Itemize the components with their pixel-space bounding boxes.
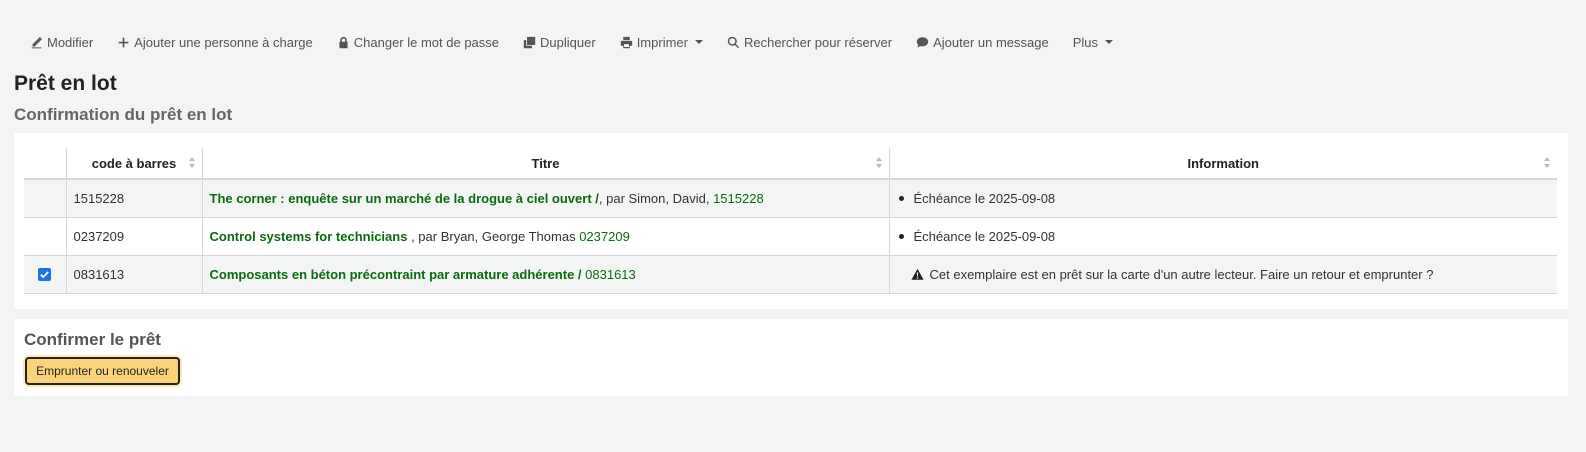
select-column-header [24, 148, 66, 180]
checkout-renew-button[interactable]: Emprunter ou renouveler [25, 357, 180, 385]
plus-icon [118, 37, 129, 47]
add-message-label: Ajouter un message [933, 34, 1049, 50]
title-header-label: Titre [531, 155, 560, 171]
item-barcode-link[interactable]: 0237209 [579, 229, 630, 244]
add-message-button[interactable]: Ajouter un message [904, 30, 1061, 54]
barcode-header-label: code à barres [91, 155, 177, 171]
chevron-down-icon [694, 40, 703, 44]
bullet-icon [898, 233, 904, 239]
table-row: 0831613 Composants en béton précontraint… [24, 255, 1557, 294]
sort-icon [875, 157, 883, 168]
table-row: 0237209 Control systems for technicians … [24, 217, 1557, 256]
comment-icon [916, 36, 929, 47]
barcode-cell: 0237209 [65, 217, 202, 256]
print-label: Imprimer [636, 34, 688, 50]
record-title-link[interactable]: The corner : enquête sur un marché de la… [210, 191, 599, 206]
sort-icon [188, 157, 196, 168]
more-label: Plus [1072, 34, 1099, 50]
select-cell [24, 179, 66, 218]
add-guarantee-label: Ajouter une personne à charge [134, 34, 313, 50]
copy-icon [523, 36, 536, 48]
search-icon [727, 36, 740, 48]
select-cell [24, 255, 66, 294]
duplicate-label: Dupliquer [540, 34, 596, 50]
confirm-checkbox[interactable] [38, 267, 52, 281]
search-to-hold-button[interactable]: Rechercher pour réserver [715, 30, 904, 54]
sort-icon [1544, 157, 1551, 168]
duplicate-button[interactable]: Dupliquer [511, 30, 608, 54]
record-title-link[interactable]: Control systems for technicians [210, 229, 408, 244]
confirm-heading: Confirmer le prêt [24, 330, 161, 349]
barcode-cell: 0831613 [65, 255, 202, 294]
record-title-link[interactable]: Composants en béton précontraint par arm… [210, 267, 582, 282]
warning-icon [910, 268, 924, 280]
checkout-table: code à barres Titre Information 1515228 … [24, 148, 1557, 294]
information-cell: Échéance le 2025-09-08 [888, 179, 1557, 218]
barcode-cell: 1515228 [65, 179, 202, 218]
warning-text: Cet exemplaire est en prêt sur la carte … [929, 266, 1434, 282]
more-dropdown[interactable]: Plus [1061, 30, 1125, 54]
edit-label: Modifier [47, 34, 94, 50]
title-cell: Composants en béton précontraint par arm… [201, 255, 889, 294]
print-icon [620, 36, 632, 48]
barcode-column-header[interactable]: code à barres [65, 148, 202, 180]
add-guarantee-button[interactable]: Ajouter une personne à charge [105, 30, 325, 54]
information-cell: Cet exemplaire est en prêt sur la carte … [888, 255, 1557, 294]
confirm-panel: Confirmer le prêt Emprunter ou renouvele… [14, 319, 1568, 396]
page-title: Prêt en lot [14, 72, 117, 95]
item-barcode-link[interactable]: 0831613 [585, 267, 636, 282]
search-to-hold-label: Rechercher pour réserver [743, 34, 893, 50]
record-author: , par Bryan, George Thomas [407, 228, 576, 244]
information-header-label: Information [1187, 155, 1260, 171]
change-password-label: Changer le mot de passe [353, 34, 500, 50]
lock-icon [339, 36, 348, 48]
item-barcode-link[interactable]: 1515228 [713, 191, 764, 206]
change-password-button[interactable]: Changer le mot de passe [325, 30, 511, 54]
due-date-text: Échéance le 2025-09-08 [913, 228, 1056, 244]
bullet-icon [898, 195, 904, 201]
pencil-icon [31, 36, 42, 48]
edit-button[interactable]: Modifier [18, 30, 105, 54]
select-cell [24, 217, 66, 256]
section-title: Confirmation du prêt en lot [14, 105, 233, 124]
patron-toolbar: Modifier Ajouter une personne à charge C… [18, 30, 1125, 54]
information-column-header[interactable]: Information [888, 148, 1557, 180]
title-cell: The corner : enquête sur un marché de la… [201, 179, 889, 218]
print-dropdown[interactable]: Imprimer [608, 30, 715, 54]
due-date-text: Échéance le 2025-09-08 [913, 190, 1056, 206]
title-cell: Control systems for technicians , par Br… [201, 217, 889, 256]
record-author: , par Simon, David, [598, 190, 710, 206]
information-cell: Échéance le 2025-09-08 [888, 217, 1557, 256]
checkout-table-panel: code à barres Titre Information 1515228 … [14, 133, 1568, 309]
title-column-header[interactable]: Titre [201, 148, 889, 180]
chevron-down-icon [1105, 40, 1114, 44]
checkmark-icon [40, 270, 50, 278]
table-row: 1515228 The corner : enquête sur un marc… [24, 179, 1557, 218]
